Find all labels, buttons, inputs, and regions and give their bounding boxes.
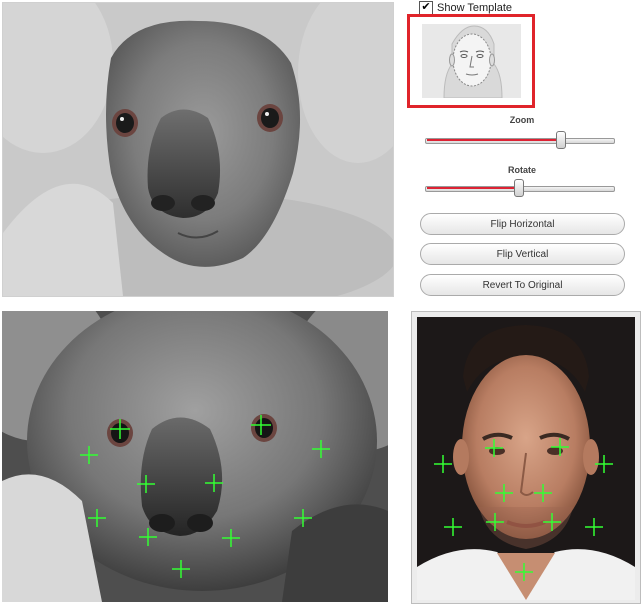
zoom-handle[interactable] — [556, 131, 566, 149]
crosshair-icon[interactable] — [312, 440, 330, 458]
template-thumbnail — [422, 24, 521, 98]
rotate-fill — [427, 187, 516, 189]
koala-marker-photo[interactable] — [2, 311, 388, 602]
crosshair-icon[interactable] — [543, 513, 561, 531]
flip-vertical-button[interactable]: Flip Vertical — [420, 243, 625, 265]
crosshair-icon[interactable] — [495, 484, 513, 502]
human-feature-markers[interactable] — [417, 317, 635, 600]
crosshair-icon[interactable] — [485, 439, 503, 457]
crosshair-icon[interactable] — [534, 484, 552, 502]
zoom-fill — [427, 139, 558, 141]
human-template-photo[interactable] — [411, 311, 641, 604]
zoom-label: Zoom — [509, 115, 535, 125]
rotate-handle[interactable] — [514, 179, 524, 197]
koala-feature-markers[interactable] — [2, 311, 388, 602]
koala-masked-image — [3, 3, 393, 296]
flip-horizontal-button[interactable]: Flip Horizontal — [420, 213, 625, 235]
show-template-toggle[interactable]: ✔ Show Template — [419, 1, 512, 15]
crosshair-icon[interactable] — [251, 415, 271, 435]
crosshair-icon[interactable] — [444, 518, 462, 536]
show-template-label: Show Template — [437, 2, 513, 14]
face-editor-preview[interactable] — [2, 2, 394, 297]
crosshair-icon[interactable] — [110, 419, 130, 439]
crosshair-icon[interactable] — [205, 474, 223, 492]
crosshair-icon[interactable] — [595, 455, 613, 473]
crosshair-icon[interactable] — [80, 446, 98, 464]
show-template-checkbox[interactable]: ✔ — [419, 1, 433, 15]
crosshair-icon[interactable] — [486, 513, 504, 531]
crosshair-icon[interactable] — [139, 528, 157, 546]
rotate-label: Rotate — [507, 165, 536, 175]
crosshair-icon[interactable] — [222, 529, 240, 547]
crosshair-icon[interactable] — [434, 455, 452, 473]
crosshair-icon[interactable] — [172, 560, 190, 578]
crosshair-icon[interactable] — [515, 563, 533, 581]
zoom-slider[interactable] — [425, 131, 615, 149]
crosshair-icon[interactable] — [137, 475, 155, 493]
crosshair-icon[interactable] — [551, 438, 569, 456]
crosshair-icon[interactable] — [88, 509, 106, 527]
revert-to-original-button[interactable]: Revert To Original — [420, 274, 625, 296]
crosshair-icon[interactable] — [294, 509, 312, 527]
face-outline-icon — [422, 24, 521, 98]
rotate-slider[interactable] — [425, 179, 615, 197]
crosshair-icon[interactable] — [585, 518, 603, 536]
template-thumbnail-highlight[interactable] — [407, 14, 535, 108]
